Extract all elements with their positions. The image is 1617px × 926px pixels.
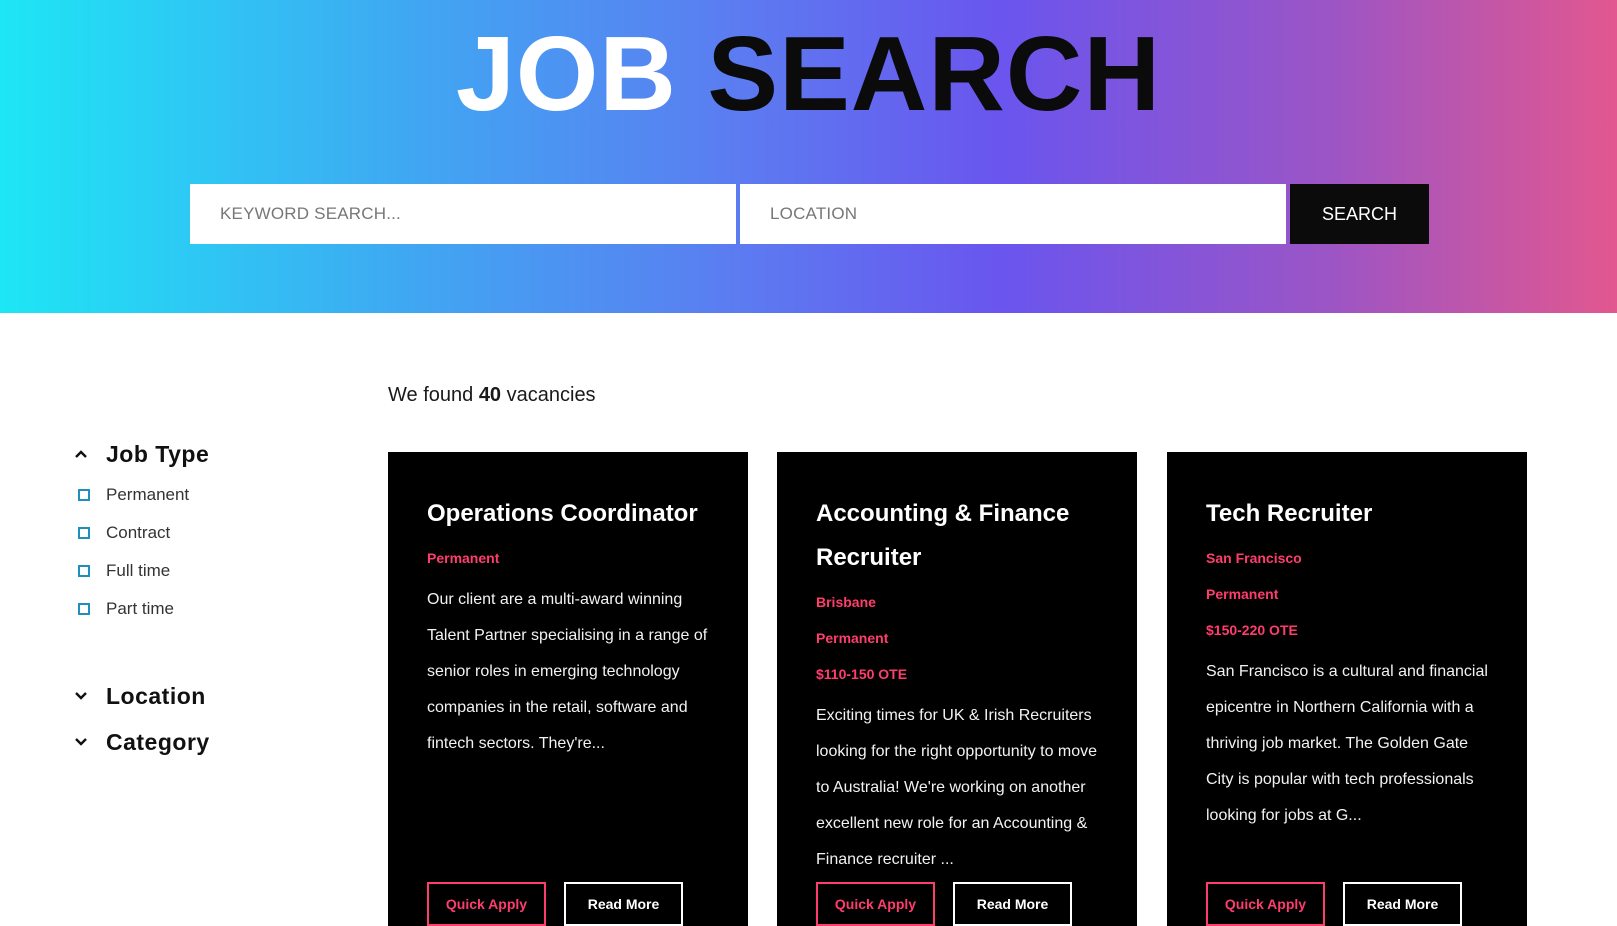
job-title[interactable]: Tech Recruiter [1206,492,1489,536]
filter-header-job-type[interactable]: Job Type [74,438,334,470]
results-prefix: We found [388,384,474,406]
filter-sidebar: Job Type Permanent Contract Full time Pa… [74,438,334,758]
keyword-search-input[interactable] [190,184,736,244]
filter-option-label: Part time [106,599,175,618]
job-actions: Quick Apply Read More [1206,882,1462,926]
filter-title-job-type: Job Type [106,440,210,467]
job-description: Exciting times for UK & Irish Recruiters… [816,707,1098,868]
job-card: Tech Recruiter San Francisco Permanent $… [1167,452,1527,926]
job-type-tag: Permanent [816,630,889,646]
filter-title-category: Category [106,728,210,755]
search-bar: SEARCH [190,184,1429,244]
job-location-tag: San Francisco [1206,550,1302,566]
filter-header-location[interactable]: Location [74,680,334,712]
job-type-tag: Permanent [427,550,500,566]
page-title-part2: SEARCH [707,15,1161,133]
filter-option-label: Full time [106,561,171,580]
results-suffix: vacancies [506,384,596,406]
job-title[interactable]: Operations Coordinator [427,492,710,536]
page-title-part1: JOB [455,15,677,133]
filter-option-full-time[interactable]: Full time [74,552,334,590]
results-count: We found 40 vacancies [388,384,596,407]
read-more-button[interactable]: Read More [564,882,683,926]
checkbox[interactable] [78,527,90,539]
job-description: San Francisco is a cultural and financia… [1206,663,1488,824]
read-more-button[interactable]: Read More [953,882,1072,926]
filter-option-label: Permanent [106,485,190,504]
checkbox[interactable] [78,489,90,501]
job-actions: Quick Apply Read More [427,882,683,926]
job-location-tag: Brisbane [816,594,876,610]
job-actions: Quick Apply Read More [816,882,1072,926]
job-card: Accounting & Finance Recruiter Brisbane … [777,452,1137,926]
job-salary-tag: $110-150 OTE [816,666,908,682]
chevron-up-icon [74,449,106,459]
checkbox[interactable] [78,603,90,615]
job-title[interactable]: Accounting & Finance Recruiter [816,492,1099,580]
page-title: JOB SEARCH [0,14,1617,134]
hero-banner: JOB SEARCH SEARCH [0,0,1617,313]
results-number: 40 [478,384,502,406]
job-card: Operations Coordinator Permanent Our cli… [388,452,748,926]
chevron-down-icon [74,691,106,701]
quick-apply-button[interactable]: Quick Apply [816,882,935,926]
checkbox[interactable] [78,565,90,577]
quick-apply-button[interactable]: Quick Apply [427,882,546,926]
job-salary-tag: $150-220 OTE [1206,622,1298,638]
filter-option-contract[interactable]: Contract [74,514,334,552]
location-search-input[interactable] [740,184,1286,244]
job-type-tag: Permanent [1206,586,1279,602]
quick-apply-button[interactable]: Quick Apply [1206,882,1325,926]
read-more-button[interactable]: Read More [1343,882,1462,926]
job-description: Our client are a multi-award winning Tal… [427,591,708,752]
filter-header-category[interactable]: Category [74,726,334,758]
filter-title-location: Location [106,682,206,709]
filter-option-part-time[interactable]: Part time [74,590,334,628]
search-button[interactable]: SEARCH [1290,184,1429,244]
filter-option-label: Contract [106,523,171,542]
filter-option-permanent[interactable]: Permanent [74,476,334,514]
chevron-down-icon [74,737,106,747]
job-type-options: Permanent Contract Full time Part time [74,476,334,628]
